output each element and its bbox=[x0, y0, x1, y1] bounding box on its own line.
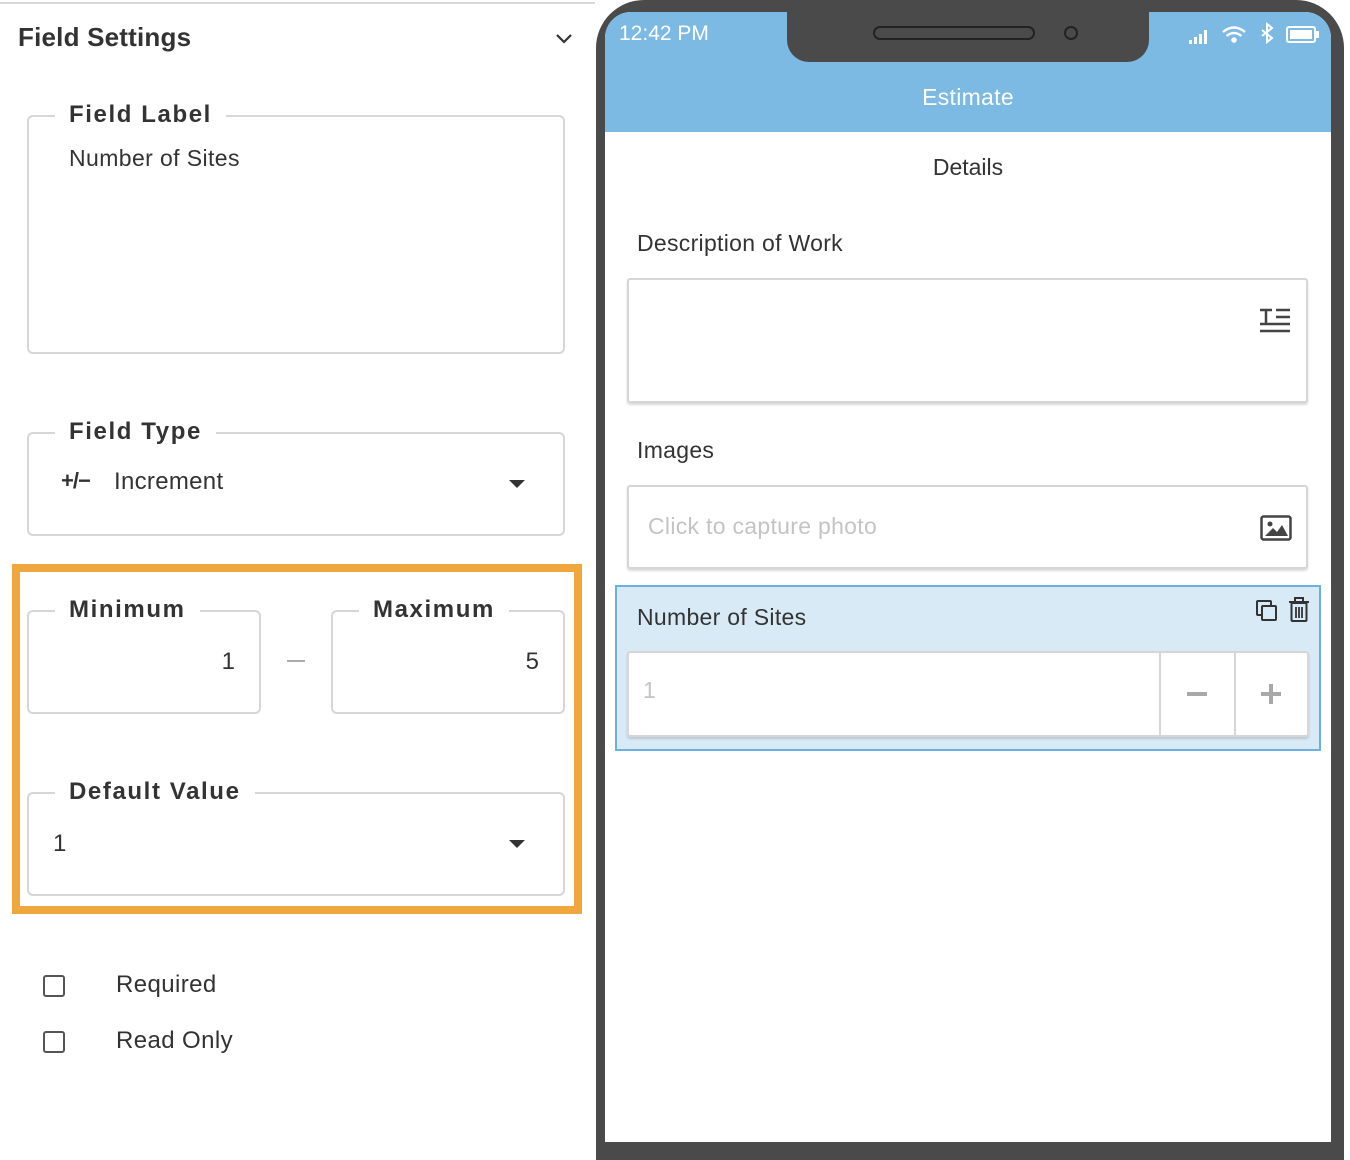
capture-photo-input[interactable]: Click to capture photo bbox=[627, 485, 1308, 569]
selected-field-label: Number of Sites bbox=[637, 604, 807, 630]
field-type-legend: Field Type bbox=[55, 416, 216, 448]
status-icons bbox=[1189, 22, 1319, 45]
required-option[interactable]: Required bbox=[43, 971, 443, 1001]
battery-icon bbox=[1286, 26, 1319, 43]
camera-icon bbox=[1064, 26, 1078, 40]
description-label: Description of Work bbox=[637, 230, 843, 256]
selected-field-number-of-sites[interactable]: Number of Sites 1 bbox=[615, 585, 1321, 751]
field-settings-panel: Field Settings Field Label Number of Sit… bbox=[0, 0, 595, 1130]
app-header: 12:42 PM Estimate bbox=[605, 12, 1331, 132]
field-settings-header[interactable]: Field Settings bbox=[18, 22, 578, 54]
caret-down-icon[interactable] bbox=[509, 840, 525, 848]
image-icon[interactable] bbox=[1260, 515, 1292, 541]
copy-icon[interactable] bbox=[1255, 599, 1279, 623]
phone-screen: 12:42 PM Estimate Details Description of… bbox=[605, 12, 1331, 1142]
field-type-select[interactable]: Field Type +/− Increment bbox=[27, 416, 565, 536]
default-value-value: 1 bbox=[53, 830, 67, 857]
minus-icon bbox=[1187, 692, 1207, 696]
status-time: 12:42 PM bbox=[619, 22, 709, 45]
readonly-option[interactable]: Read Only bbox=[43, 1027, 443, 1057]
chevron-down-icon[interactable] bbox=[554, 28, 574, 48]
required-checkbox[interactable] bbox=[43, 975, 65, 997]
phone-notch bbox=[787, 12, 1149, 62]
signal-icon bbox=[1189, 30, 1207, 44]
panel-title: Field Settings bbox=[18, 22, 192, 52]
maximum-value[interactable]: 5 bbox=[526, 648, 539, 676]
description-input[interactable] bbox=[627, 278, 1308, 403]
trash-icon[interactable] bbox=[1288, 597, 1310, 623]
readonly-label: Read Only bbox=[116, 1027, 233, 1054]
field-type-value: Increment bbox=[114, 468, 224, 495]
images-label: Images bbox=[637, 437, 715, 463]
default-value-select[interactable]: Default Value 1 bbox=[27, 776, 565, 896]
field-label-input[interactable]: Field Label Number of Sites bbox=[27, 99, 565, 354]
range-separator bbox=[287, 660, 305, 662]
minimum-legend: Minimum bbox=[55, 594, 200, 626]
required-label: Required bbox=[116, 971, 217, 998]
plus-icon bbox=[1269, 684, 1273, 704]
maximum-input[interactable]: Maximum 5 bbox=[331, 594, 565, 714]
field-label-value[interactable]: Number of Sites bbox=[69, 145, 240, 172]
bluetooth-icon bbox=[1261, 22, 1274, 45]
field-label-legend: Field Label bbox=[55, 99, 226, 131]
increment-icon: +/− bbox=[61, 468, 91, 493]
top-divider bbox=[0, 2, 595, 4]
maximum-legend: Maximum bbox=[359, 594, 509, 626]
increment-input[interactable]: 1 bbox=[627, 651, 1309, 737]
rich-text-icon[interactable] bbox=[1258, 306, 1292, 334]
increment-value[interactable]: 1 bbox=[643, 677, 656, 704]
speaker-icon bbox=[873, 26, 1035, 40]
caret-down-icon[interactable] bbox=[509, 480, 525, 488]
readonly-checkbox[interactable] bbox=[43, 1031, 65, 1053]
wifi-icon bbox=[1222, 26, 1246, 43]
default-value-legend: Default Value bbox=[55, 776, 255, 808]
photo-placeholder: Click to capture photo bbox=[648, 513, 878, 539]
decrement-button[interactable] bbox=[1161, 653, 1234, 735]
section-title: Details bbox=[932, 154, 1004, 180]
app-title: Estimate bbox=[922, 84, 1014, 110]
minimum-value[interactable]: 1 bbox=[222, 648, 235, 676]
minimum-input[interactable]: Minimum 1 bbox=[27, 594, 261, 714]
increment-button[interactable] bbox=[1236, 653, 1309, 735]
